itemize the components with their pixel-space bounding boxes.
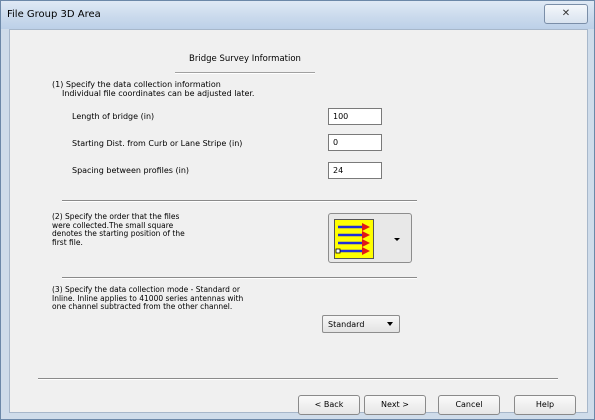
collection-order-icon	[334, 219, 374, 259]
dialog-window: File Group 3D Area ✕ Bridge Survey Infor…	[0, 0, 595, 420]
footer-separator	[38, 378, 558, 380]
length-input[interactable]	[328, 108, 382, 125]
spacing-label: Spacing between profiles (in)	[72, 166, 190, 175]
collection-mode-select[interactable]: Standard	[322, 315, 400, 333]
section1-instruction: (1) Specify the data collection informat…	[52, 80, 221, 89]
section3-line: one channel subtracted from the other ch…	[52, 302, 233, 311]
help-button[interactable]: Help	[514, 395, 576, 415]
spacing-input[interactable]	[328, 162, 382, 179]
section1-note: Individual file coordinates can be adjus…	[62, 89, 255, 98]
section-header: Bridge Survey Information	[189, 54, 301, 64]
collection-order-button[interactable]	[328, 213, 412, 263]
length-label: Length of bridge (in)	[72, 112, 155, 121]
separator-1	[62, 200, 417, 202]
dialog-body: Bridge Survey Information (1) Specify th…	[9, 29, 588, 415]
title-bar[interactable]: File Group 3D Area ✕	[1, 1, 594, 29]
back-button[interactable]: < Back	[298, 395, 360, 415]
chevron-down-icon	[391, 233, 403, 245]
chevron-down-icon	[387, 322, 393, 326]
separator-2	[62, 277, 417, 279]
starting-distance-label: Starting Dist. from Curb or Lane Stripe …	[72, 139, 243, 148]
section2-line: first file.	[52, 237, 83, 247]
section2-text: (2) Specify the order that the files wer…	[52, 212, 185, 247]
header-underline	[175, 72, 315, 74]
next-button[interactable]: Next >	[364, 395, 426, 415]
cancel-button[interactable]: Cancel	[438, 395, 500, 415]
collection-mode-value: Standard	[328, 320, 365, 329]
section3-text: (3) Specify the data collection mode - S…	[52, 285, 243, 312]
close-button[interactable]: ✕	[544, 4, 588, 24]
starting-distance-input[interactable]	[328, 134, 382, 151]
window-title: File Group 3D Area	[7, 9, 101, 20]
close-icon: ✕	[561, 8, 571, 19]
